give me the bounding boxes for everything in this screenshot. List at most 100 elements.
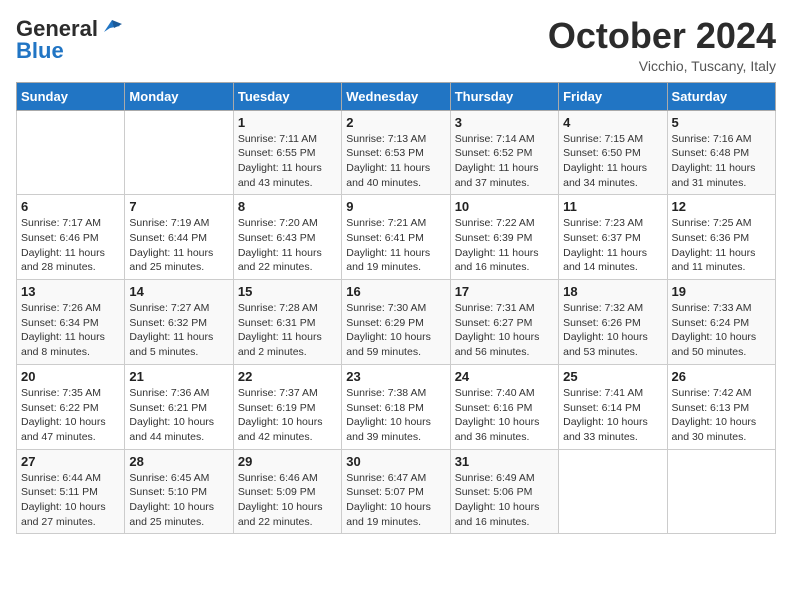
calendar-cell: 1 Sunrise: 7:11 AM Sunset: 6:55 PM Daylig… xyxy=(233,110,341,195)
calendar-cell: 6 Sunrise: 7:17 AM Sunset: 6:46 PM Daylig… xyxy=(17,195,125,280)
logo-bird-icon xyxy=(100,18,122,36)
day-number: 4 xyxy=(563,115,662,130)
day-number: 11 xyxy=(563,199,662,214)
calendar-table: Sunday Monday Tuesday Wednesday Thursday… xyxy=(16,82,776,535)
day-number: 20 xyxy=(21,369,120,384)
col-friday: Friday xyxy=(559,82,667,110)
day-detail: Sunrise: 6:47 AM Sunset: 5:07 PM Dayligh… xyxy=(346,471,445,530)
day-detail: Sunrise: 7:27 AM Sunset: 6:32 PM Dayligh… xyxy=(129,301,228,360)
calendar-cell: 5 Sunrise: 7:16 AM Sunset: 6:48 PM Daylig… xyxy=(667,110,775,195)
day-number: 19 xyxy=(672,284,771,299)
calendar-cell: 22Sunrise: 7:37 AM Sunset: 6:19 PM Dayli… xyxy=(233,364,341,449)
calendar-cell xyxy=(17,110,125,195)
col-wednesday: Wednesday xyxy=(342,82,450,110)
day-detail: Sunrise: 6:44 AM Sunset: 5:11 PM Dayligh… xyxy=(21,471,120,530)
header-row-days: Sunday Monday Tuesday Wednesday Thursday… xyxy=(17,82,776,110)
day-number: 2 xyxy=(346,115,445,130)
main-container: General Blue October 2024 Vicchio, Tusca… xyxy=(0,0,792,542)
day-detail: Sunrise: 7:14 AM Sunset: 6:52 PM Dayligh… xyxy=(455,132,554,191)
calendar-week-row: 20Sunrise: 7:35 AM Sunset: 6:22 PM Dayli… xyxy=(17,364,776,449)
calendar-cell: 8Sunrise: 7:20 AM Sunset: 6:43 PM Daylig… xyxy=(233,195,341,280)
day-number: 27 xyxy=(21,454,120,469)
day-detail: Sunrise: 7:36 AM Sunset: 6:21 PM Dayligh… xyxy=(129,386,228,445)
calendar-cell: 12 Sunrise: 7:25 AM Sunset: 6:36 PM Dayli… xyxy=(667,195,775,280)
day-detail: Sunrise: 7:13 AM Sunset: 6:53 PM Dayligh… xyxy=(346,132,445,191)
day-detail: Sunrise: 7:30 AM Sunset: 6:29 PM Dayligh… xyxy=(346,301,445,360)
day-number: 21 xyxy=(129,369,228,384)
calendar-cell: 24 Sunrise: 7:40 AM Sunset: 6:16 PM Dayli… xyxy=(450,364,558,449)
day-detail: Sunrise: 7:25 AM Sunset: 6:36 PM Dayligh… xyxy=(672,216,771,275)
day-detail: Sunrise: 7:31 AM Sunset: 6:27 PM Dayligh… xyxy=(455,301,554,360)
day-number: 1 xyxy=(238,115,337,130)
day-detail: Sunrise: 7:17 AM Sunset: 6:46 PM Dayligh… xyxy=(21,216,120,275)
calendar-cell: 28 Sunrise: 6:45 AM Sunset: 5:10 PM Dayli… xyxy=(125,449,233,534)
header-row: General Blue October 2024 Vicchio, Tusca… xyxy=(16,16,776,74)
day-number: 8 xyxy=(238,199,337,214)
location: Vicchio, Tuscany, Italy xyxy=(548,58,776,74)
day-number: 28 xyxy=(129,454,228,469)
calendar-cell: 26Sunrise: 7:42 AM Sunset: 6:13 PM Dayli… xyxy=(667,364,775,449)
day-number: 29 xyxy=(238,454,337,469)
day-detail: Sunrise: 7:23 AM Sunset: 6:37 PM Dayligh… xyxy=(563,216,662,275)
day-number: 31 xyxy=(455,454,554,469)
day-number: 6 xyxy=(21,199,120,214)
day-number: 18 xyxy=(563,284,662,299)
day-detail: Sunrise: 7:32 AM Sunset: 6:26 PM Dayligh… xyxy=(563,301,662,360)
calendar-week-row: 6 Sunrise: 7:17 AM Sunset: 6:46 PM Daylig… xyxy=(17,195,776,280)
calendar-cell: 21 Sunrise: 7:36 AM Sunset: 6:21 PM Dayli… xyxy=(125,364,233,449)
day-detail: Sunrise: 7:41 AM Sunset: 6:14 PM Dayligh… xyxy=(563,386,662,445)
day-detail: Sunrise: 7:26 AM Sunset: 6:34 PM Dayligh… xyxy=(21,301,120,360)
col-tuesday: Tuesday xyxy=(233,82,341,110)
day-number: 23 xyxy=(346,369,445,384)
day-number: 24 xyxy=(455,369,554,384)
day-number: 17 xyxy=(455,284,554,299)
calendar-cell xyxy=(125,110,233,195)
day-number: 25 xyxy=(563,369,662,384)
calendar-cell: 15 Sunrise: 7:28 AM Sunset: 6:31 PM Dayli… xyxy=(233,280,341,365)
day-detail: Sunrise: 7:11 AM Sunset: 6:55 PM Dayligh… xyxy=(238,132,337,191)
day-number: 5 xyxy=(672,115,771,130)
col-saturday: Saturday xyxy=(667,82,775,110)
day-detail: Sunrise: 6:45 AM Sunset: 5:10 PM Dayligh… xyxy=(129,471,228,530)
day-number: 14 xyxy=(129,284,228,299)
calendar-cell: 9Sunrise: 7:21 AM Sunset: 6:41 PM Daylig… xyxy=(342,195,450,280)
calendar-cell xyxy=(667,449,775,534)
calendar-cell: 18 Sunrise: 7:32 AM Sunset: 6:26 PM Dayli… xyxy=(559,280,667,365)
calendar-cell: 20Sunrise: 7:35 AM Sunset: 6:22 PM Dayli… xyxy=(17,364,125,449)
day-number: 12 xyxy=(672,199,771,214)
day-detail: Sunrise: 7:28 AM Sunset: 6:31 PM Dayligh… xyxy=(238,301,337,360)
day-detail: Sunrise: 7:37 AM Sunset: 6:19 PM Dayligh… xyxy=(238,386,337,445)
calendar-cell: 10Sunrise: 7:22 AM Sunset: 6:39 PM Dayli… xyxy=(450,195,558,280)
calendar-cell: 27 Sunrise: 6:44 AM Sunset: 5:11 PM Dayli… xyxy=(17,449,125,534)
day-detail: Sunrise: 7:40 AM Sunset: 6:16 PM Dayligh… xyxy=(455,386,554,445)
day-detail: Sunrise: 7:15 AM Sunset: 6:50 PM Dayligh… xyxy=(563,132,662,191)
col-thursday: Thursday xyxy=(450,82,558,110)
calendar-cell: 13 Sunrise: 7:26 AM Sunset: 6:34 PM Dayli… xyxy=(17,280,125,365)
calendar-week-row: 27 Sunrise: 6:44 AM Sunset: 5:11 PM Dayli… xyxy=(17,449,776,534)
logo-blue: Blue xyxy=(16,38,64,64)
day-number: 13 xyxy=(21,284,120,299)
col-monday: Monday xyxy=(125,82,233,110)
calendar-cell: 17 Sunrise: 7:31 AM Sunset: 6:27 PM Dayli… xyxy=(450,280,558,365)
day-detail: Sunrise: 6:49 AM Sunset: 5:06 PM Dayligh… xyxy=(455,471,554,530)
day-detail: Sunrise: 7:19 AM Sunset: 6:44 PM Dayligh… xyxy=(129,216,228,275)
day-detail: Sunrise: 7:22 AM Sunset: 6:39 PM Dayligh… xyxy=(455,216,554,275)
calendar-week-row: 1 Sunrise: 7:11 AM Sunset: 6:55 PM Daylig… xyxy=(17,110,776,195)
title-block: October 2024 Vicchio, Tuscany, Italy xyxy=(548,16,776,74)
calendar-cell: 14 Sunrise: 7:27 AM Sunset: 6:32 PM Dayli… xyxy=(125,280,233,365)
logo: General Blue xyxy=(16,16,122,64)
calendar-cell: 16 Sunrise: 7:30 AM Sunset: 6:29 PM Dayli… xyxy=(342,280,450,365)
calendar-cell: 31 Sunrise: 6:49 AM Sunset: 5:06 PM Dayli… xyxy=(450,449,558,534)
calendar-cell: 4 Sunrise: 7:15 AM Sunset: 6:50 PM Daylig… xyxy=(559,110,667,195)
day-detail: Sunrise: 7:38 AM Sunset: 6:18 PM Dayligh… xyxy=(346,386,445,445)
calendar-cell: 2 Sunrise: 7:13 AM Sunset: 6:53 PM Daylig… xyxy=(342,110,450,195)
day-number: 15 xyxy=(238,284,337,299)
month-title: October 2024 xyxy=(548,16,776,56)
day-number: 16 xyxy=(346,284,445,299)
day-detail: Sunrise: 7:21 AM Sunset: 6:41 PM Dayligh… xyxy=(346,216,445,275)
day-number: 30 xyxy=(346,454,445,469)
day-detail: Sunrise: 7:16 AM Sunset: 6:48 PM Dayligh… xyxy=(672,132,771,191)
col-sunday: Sunday xyxy=(17,82,125,110)
day-detail: Sunrise: 7:42 AM Sunset: 6:13 PM Dayligh… xyxy=(672,386,771,445)
calendar-cell: 7Sunrise: 7:19 AM Sunset: 6:44 PM Daylig… xyxy=(125,195,233,280)
